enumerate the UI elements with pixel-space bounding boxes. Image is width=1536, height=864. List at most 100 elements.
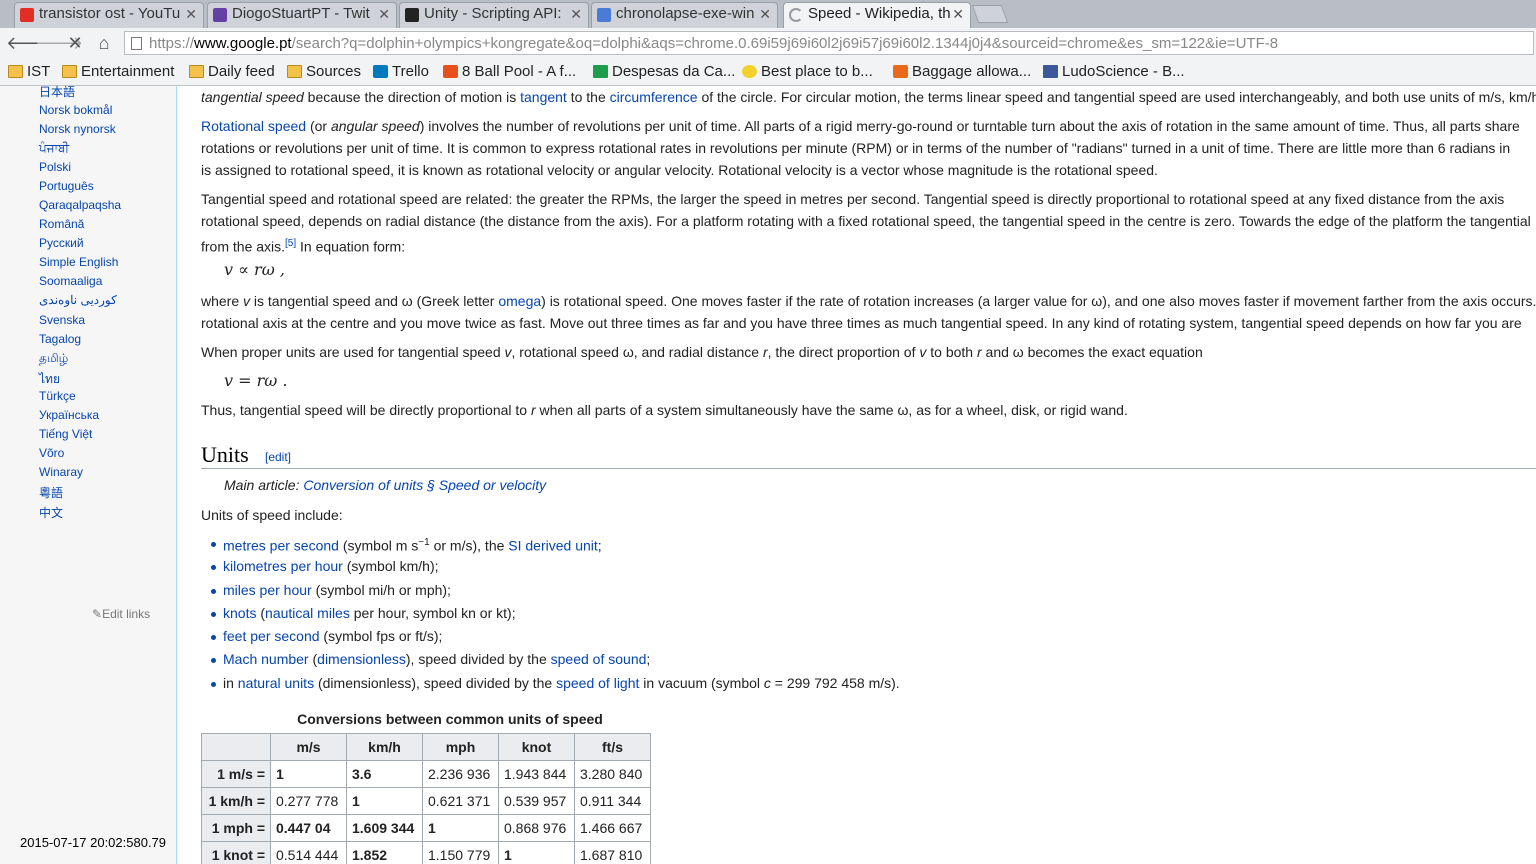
unit-link[interactable]: Mach number	[223, 651, 309, 667]
unit-link[interactable]: speed of light	[556, 675, 639, 691]
forward-icon[interactable]: 🡒	[35, 32, 83, 54]
unit-link[interactable]: nautical miles	[265, 605, 350, 621]
text: in	[223, 674, 238, 691]
close-icon[interactable]: ✕	[759, 6, 771, 23]
table-cell: 1.609 344	[346, 814, 423, 842]
close-icon[interactable]: ✕	[952, 6, 964, 23]
column-header: m/s	[270, 733, 347, 761]
address-bar[interactable]: https://www.google.pt/search?q=dolphin+o…	[124, 31, 1534, 55]
unit-link[interactable]: dimensionless	[317, 651, 406, 667]
bookmark-daily-feed[interactable]: Daily feed	[187, 61, 275, 83]
back-icon[interactable]: 🡐	[6, 32, 54, 54]
language-link[interactable]: Română	[39, 217, 84, 231]
paragraph-tangential: tangential speed because the direction o…	[201, 86, 1536, 108]
link-omega[interactable]: omega	[498, 293, 541, 309]
tab-speed-wikipedia[interactable]: Speed - Wikipedia, th ✕	[783, 2, 971, 28]
link-conversion-of-units[interactable]: Conversion of units § Speed or velocity	[303, 477, 546, 493]
table-cell: 1	[498, 841, 575, 864]
table-row: 1 mph = 0.447 04 1.609 344 1 0.868 976 1.466 …	[201, 814, 651, 842]
language-link[interactable]: Русский	[39, 236, 84, 250]
text: per hour, symbol kn or kt);	[349, 604, 516, 621]
edit-links-label: Edit links	[102, 607, 151, 621]
units-intro: Units of speed include:	[201, 507, 343, 523]
language-link[interactable]: Polski	[39, 160, 71, 174]
language-link[interactable]: Português	[39, 179, 94, 193]
unity-icon	[405, 8, 419, 22]
close-icon[interactable]: ✕	[570, 6, 582, 23]
close-icon[interactable]: ✕	[378, 6, 390, 23]
text: (symbol m s	[338, 537, 419, 554]
text: ) is rotational speed. One moves faster …	[541, 293, 1536, 309]
language-link[interactable]: 粵語	[39, 484, 63, 501]
text: rotational speed, depends on radial dist…	[201, 213, 1531, 229]
language-link[interactable]: Norsk bokmål	[39, 103, 112, 117]
language-link[interactable]: Tagalog	[39, 332, 81, 346]
close-icon[interactable]: ✕	[185, 6, 197, 23]
bookmark-ist[interactable]: IST	[6, 61, 50, 83]
text: or m/s), the	[429, 537, 509, 554]
bookmark-label: Daily feed	[208, 63, 275, 80]
citation-link[interactable]: [5]	[285, 238, 296, 249]
conversion-table-wrapper: Conversions between common units of spee…	[201, 711, 651, 864]
link-circumference[interactable]: circumference	[610, 89, 698, 105]
language-link[interactable]: 中文	[39, 504, 63, 521]
edit-links[interactable]: ✎Edit links	[92, 607, 150, 621]
table-cell: 1.943 844	[498, 760, 575, 788]
unit-link[interactable]: feet per second	[223, 628, 320, 644]
language-link[interactable]: Qaraqalpaqsha	[39, 198, 121, 212]
unit-link[interactable]: SI derived unit	[508, 538, 598, 554]
bookmark-trello[interactable]: Trello	[371, 61, 429, 83]
language-link[interactable]: Türkçe	[39, 389, 76, 403]
tab-youtube[interactable]: transistor ost - YouTu ✕	[14, 2, 204, 28]
language-link[interactable]: Winaray	[39, 465, 83, 479]
language-link[interactable]: Võro	[39, 446, 64, 460]
language-link[interactable]: தமிழ்	[39, 351, 68, 367]
table-cell: 1.466 667	[574, 814, 651, 842]
equation-proportional: v ∝ rω ,	[224, 260, 285, 279]
unit-link[interactable]: speed of sound	[551, 651, 647, 667]
language-link[interactable]: ਪੰਜਾਬੀ	[39, 141, 69, 156]
text: = 299 792 458 m/s).	[770, 674, 900, 691]
paragraph-omega: where v is tangential speed and ω (Greek…	[201, 290, 1536, 334]
bookmark-label: Trello	[392, 63, 429, 80]
unit-link[interactable]: metres per second	[223, 538, 339, 554]
tab-unity[interactable]: Unity - Scripting API: ✕	[399, 2, 589, 28]
bookmark-ludoscience[interactable]: LudoScience - B...	[1041, 61, 1185, 83]
unit-link[interactable]: miles per hour	[223, 582, 312, 598]
bookmark-8-ball-pool[interactable]: 8 Ball Pool - A f...	[441, 61, 576, 83]
new-tab-button[interactable]	[971, 5, 1009, 23]
link-rotational-speed[interactable]: Rotational speed	[201, 118, 306, 134]
bookmark-baggage[interactable]: Baggage allowa...	[891, 61, 1031, 83]
unit-list-item: knots (nautical miles per hour, symbol k…	[201, 602, 900, 625]
tab-chronolapse[interactable]: chronolapse-exe-win ✕	[591, 2, 778, 28]
language-link[interactable]: Tiếng Việt	[39, 427, 92, 441]
bookmark-best-place[interactable]: Best place to b...	[740, 61, 873, 83]
tab-twitch[interactable]: DiogoStuartPT - Twit ✕	[207, 2, 397, 28]
unit-link[interactable]: knots	[223, 605, 256, 621]
bookmark-sources[interactable]: Sources	[285, 61, 361, 83]
edit-section-link[interactable]: [edit]	[265, 450, 291, 464]
stop-icon[interactable]: ✕	[64, 32, 86, 54]
language-link[interactable]: Українська	[39, 408, 99, 422]
language-link[interactable]: کوردیی ناوەندی	[39, 293, 117, 307]
table-cell: 2.236 936	[422, 760, 499, 788]
language-link[interactable]: 日本語	[39, 83, 75, 100]
language-link[interactable]: Simple English	[39, 255, 118, 269]
language-link[interactable]: Soomaaliga	[39, 274, 102, 288]
googlecode-icon	[597, 8, 611, 22]
unit-link[interactable]: kilometres per hour	[223, 558, 343, 574]
unit-link[interactable]: natural units	[238, 675, 314, 691]
unit-list-item: in natural units (dimensionless), speed …	[201, 672, 900, 695]
bookmark-entertainment[interactable]: Entertainment	[60, 61, 174, 83]
var-v: v	[243, 293, 251, 309]
sidebar-languages: 日本語 Norsk bokmål Norsk nynorsk ਪੰਜਾਬੀ Po…	[0, 83, 177, 864]
language-link[interactable]: ไทย	[39, 370, 60, 389]
language-link[interactable]: Norsk nynorsk	[39, 122, 116, 136]
facebook-icon	[1043, 65, 1058, 78]
text: (symbol mi/h or mph);	[311, 581, 451, 598]
home-icon[interactable]: ⌂	[93, 32, 115, 54]
language-link[interactable]: Svenska	[39, 313, 85, 327]
link-tangent[interactable]: tangent	[520, 89, 567, 105]
bookmark-despesas[interactable]: Despesas da Ca...	[591, 61, 735, 83]
table-cell: 1	[422, 814, 499, 842]
